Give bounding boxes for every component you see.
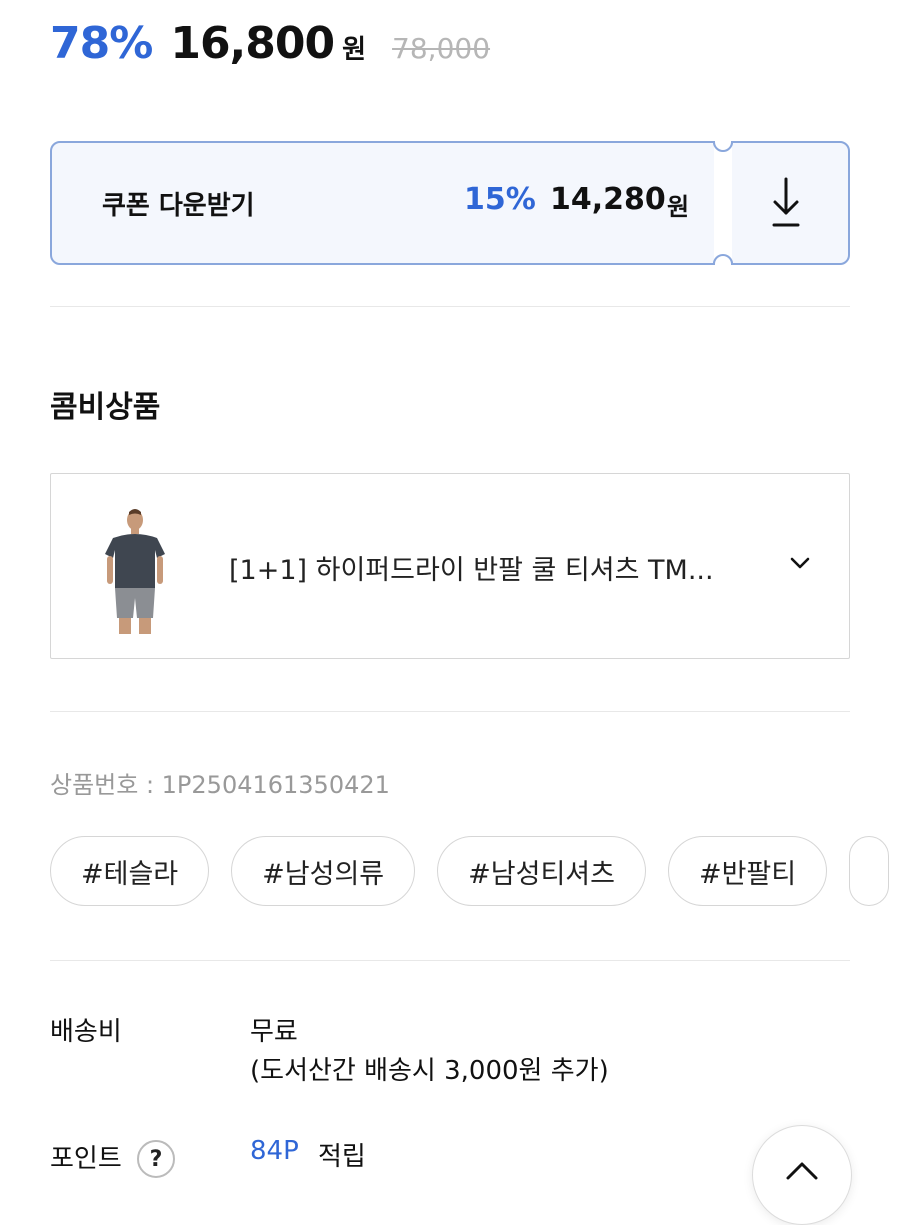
coupon-label: 쿠폰 다운받기	[102, 191, 255, 221]
coupon-discount: 15%	[464, 182, 536, 217]
chevron-up-icon	[786, 1162, 818, 1180]
combo-product-card[interactable]: [1+1] 하이퍼드라이 반팔 쿨 티셔츠 TM...	[50, 473, 850, 659]
download-icon	[772, 177, 800, 227]
discount-rate: 78%	[50, 18, 153, 69]
coupon-price: 14,280	[550, 182, 666, 217]
shipping-label: 배송비	[50, 1017, 122, 1047]
help-icon[interactable]: ?	[137, 1140, 175, 1178]
points-suffix: 적립	[318, 1142, 366, 1172]
shipping-note: (도서산간 배송시 3,000원 추가)	[250, 1056, 609, 1086]
currency-unit: 원	[342, 35, 367, 65]
hashtag-chip[interactable]: #반팔티	[667, 836, 828, 906]
coupon-download-button[interactable]	[722, 141, 850, 265]
price-row: 78% 16,800 원 78,000	[50, 18, 490, 78]
combo-product-name: [1+1] 하이퍼드라이 반팔 쿨 티셔츠 TM...	[229, 555, 714, 586]
points-label: 포인트	[50, 1144, 122, 1174]
section-divider	[50, 960, 850, 961]
coupon-currency: 원	[667, 193, 690, 221]
section-divider	[50, 306, 850, 307]
combo-section-title: 콤비상품	[50, 390, 161, 425]
original-price: 78,000	[392, 32, 491, 65]
points-value: 84P	[250, 1136, 299, 1166]
product-thumbnail	[105, 509, 165, 634]
chevron-down-icon[interactable]	[787, 550, 813, 576]
hashtag-list: #테슬라 #남성의류 #남성티셔츠 #반팔티	[50, 836, 900, 910]
shipping-value: 무료	[250, 1017, 298, 1047]
hashtag-chip[interactable]: #남성티셔츠	[437, 836, 646, 906]
product-number: 상품번호 : 1P2504161350421	[50, 771, 390, 799]
hashtag-chip[interactable]: #남성의류	[231, 836, 416, 906]
coupon-download-card[interactable]: 쿠폰 다운받기 15% 14,280 원	[50, 141, 850, 265]
section-divider	[50, 711, 850, 712]
hashtag-chip[interactable]: #테슬라	[50, 836, 210, 906]
sale-price: 16,800	[170, 18, 335, 69]
scroll-top-button[interactable]	[752, 1125, 852, 1225]
hashtag-chip-partial[interactable]	[849, 836, 890, 906]
